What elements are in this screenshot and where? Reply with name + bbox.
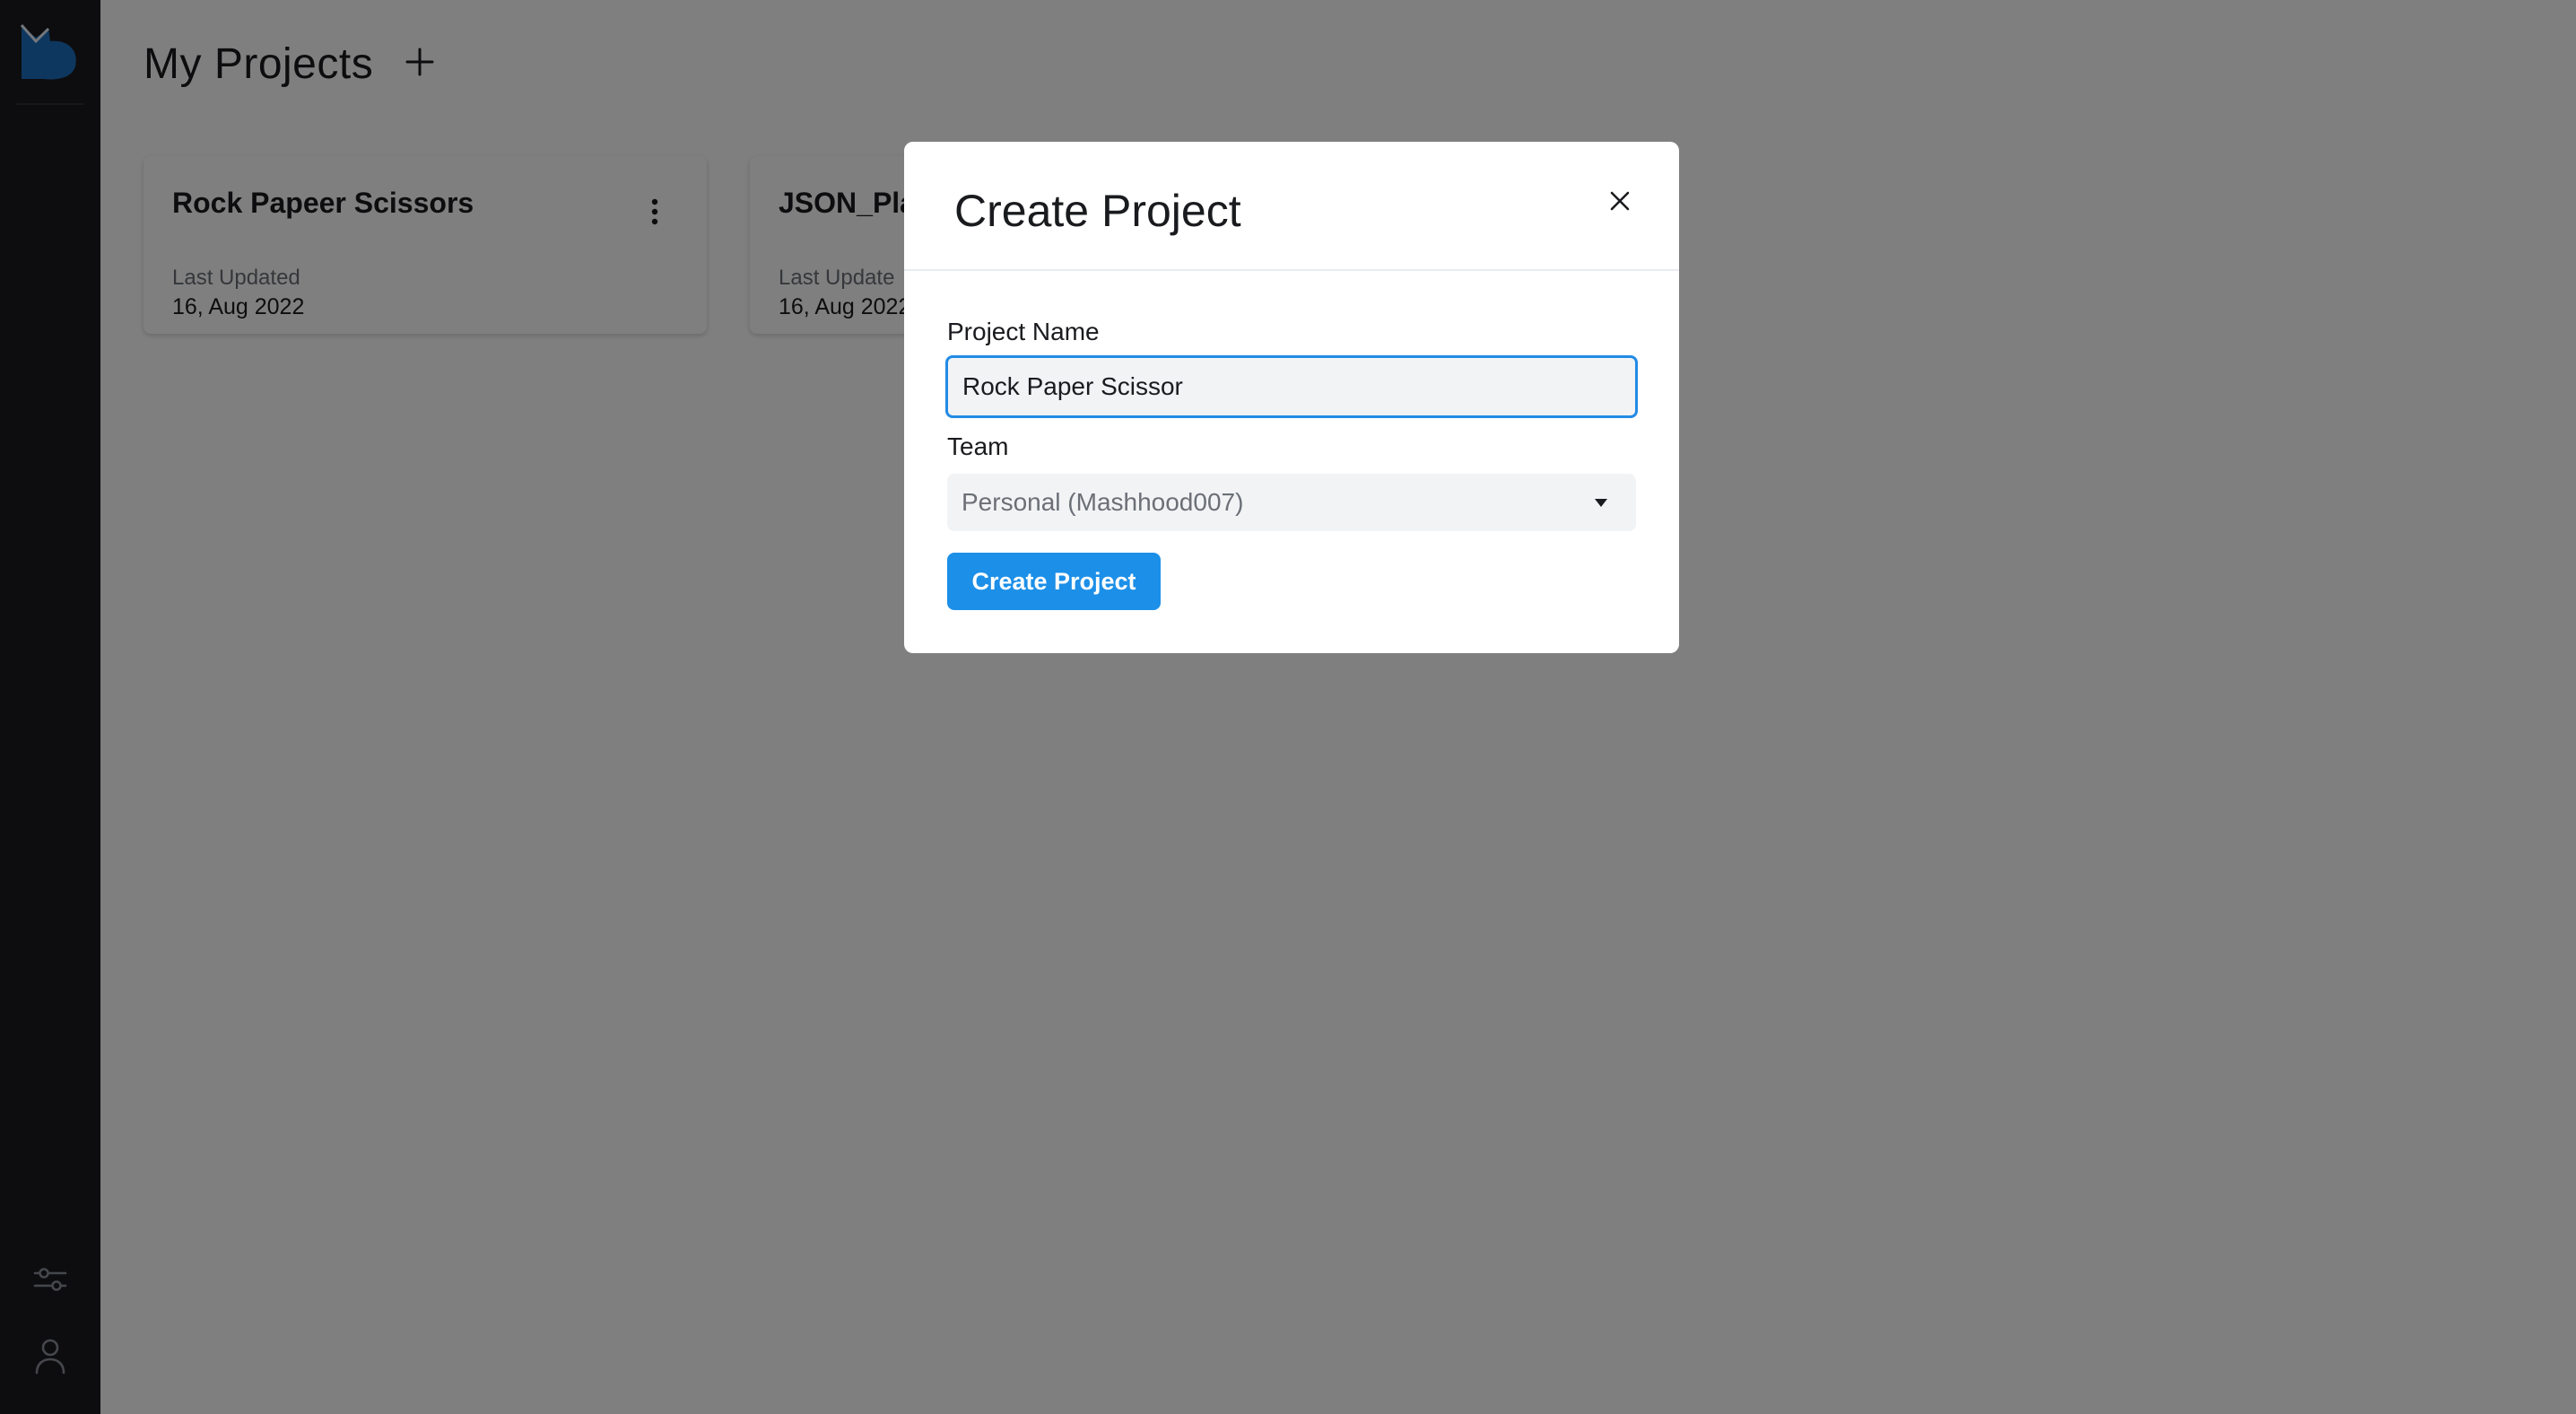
caret-down-icon (1595, 498, 1607, 507)
create-project-button[interactable]: Create Project (947, 553, 1161, 610)
modal-title: Create Project (954, 186, 1241, 236)
project-name-label: Project Name (947, 318, 1100, 345)
modal-header: Create Project (904, 142, 1679, 271)
team-label: Team (947, 432, 1009, 460)
create-project-modal: Create Project Project Name Team Persona… (904, 142, 1679, 653)
team-select-value: Personal (Mashhood007) (962, 488, 1244, 516)
project-name-input[interactable] (945, 355, 1638, 418)
close-icon (1610, 191, 1630, 215)
team-select[interactable]: Personal (Mashhood007) (947, 474, 1636, 531)
close-button[interactable] (1604, 187, 1636, 219)
